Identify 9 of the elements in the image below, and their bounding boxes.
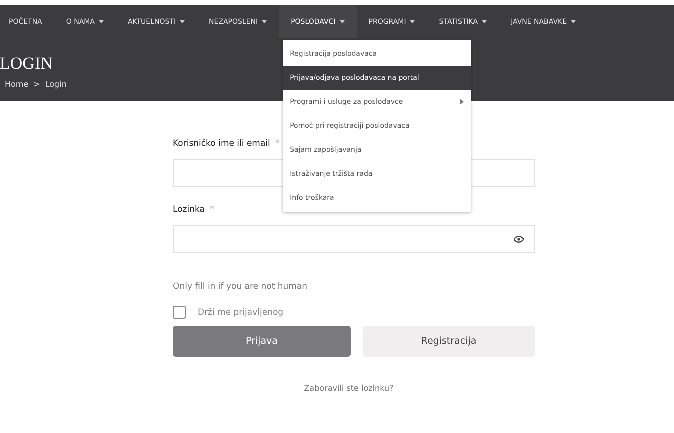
checkbox-label: Drži me prijavljenog — [198, 308, 284, 318]
page-title: LOGIN — [0, 53, 53, 74]
field-label: Lozinka — [173, 205, 205, 215]
field-label: Korisničko ime ili email — [173, 139, 270, 149]
honeypot-text: Only fill in if you are not human — [173, 282, 308, 292]
breadcrumb-current: Login — [45, 80, 67, 89]
required-mark: * — [210, 205, 214, 215]
required-mark: * — [275, 139, 280, 149]
breadcrumb-separator: > — [34, 80, 40, 89]
